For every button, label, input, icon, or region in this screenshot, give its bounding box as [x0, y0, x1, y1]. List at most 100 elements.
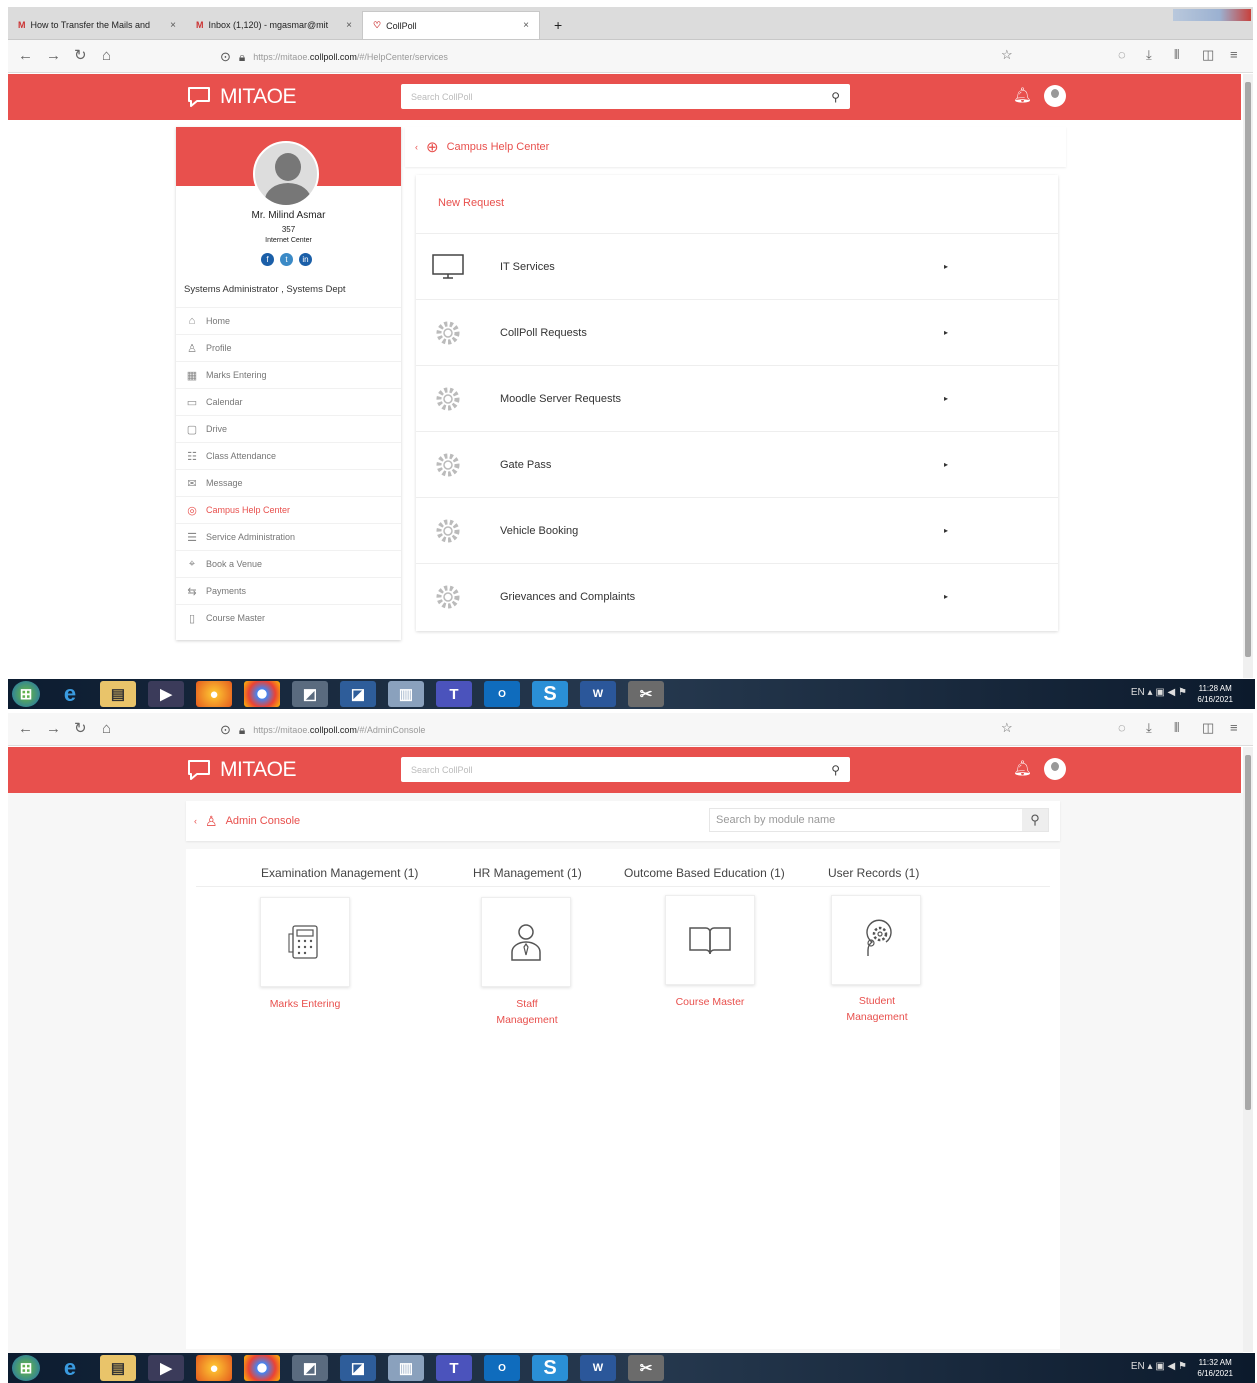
module-course-master[interactable]: [665, 895, 755, 985]
profile-avatar[interactable]: [253, 141, 319, 207]
sidebar-item-marks-entering[interactable]: ▦ Marks Entering: [176, 361, 401, 388]
app-logo[interactable]: MITAOE: [186, 85, 296, 109]
service-row-vehicle-booking[interactable]: Vehicle Booking ▸: [416, 497, 1058, 563]
snipping-tool-icon[interactable]: ✂: [628, 1355, 664, 1381]
app-logo[interactable]: MITAOE: [186, 758, 296, 782]
browser-tab-active[interactable]: ♡ CollPoll ×: [362, 11, 540, 39]
chrome-icon[interactable]: [244, 1355, 280, 1381]
bell-icon[interactable]: 🔔︎: [1013, 86, 1032, 104]
back-icon[interactable]: ←: [18, 720, 33, 738]
global-search-input[interactable]: Search CollPoll ⚲: [401, 757, 850, 782]
service-row-it-services[interactable]: IT Services ▸: [416, 233, 1058, 299]
system-clock[interactable]: 11:32 AM 6/16/2021: [1197, 1357, 1233, 1379]
pocket-icon[interactable]: ◌: [1118, 47, 1126, 62]
page-scrollbar[interactable]: [1243, 74, 1253, 678]
sidebar-item-book-a-venue[interactable]: ⌖ Book a Venue: [176, 550, 401, 577]
sidebar-item-drive[interactable]: ▢ Drive: [176, 415, 401, 442]
search-icon[interactable]: ⚲: [1022, 809, 1048, 831]
sidebar-item-service-administration[interactable]: ☰ Service Administration: [176, 523, 401, 550]
word-icon[interactable]: W: [580, 681, 616, 707]
module-label[interactable]: Course Master: [650, 994, 770, 1010]
sidebar-item-calendar[interactable]: ▭ Calendar: [176, 388, 401, 415]
linkedin-icon[interactable]: in: [299, 253, 312, 266]
close-icon[interactable]: ×: [170, 20, 176, 31]
close-icon[interactable]: ×: [523, 20, 529, 31]
download-icon[interactable]: ⤓: [1146, 720, 1152, 736]
ie-icon[interactable]: e: [52, 1355, 88, 1381]
bookmark-star-icon[interactable]: ☆: [1001, 47, 1013, 63]
sidebar-item-home[interactable]: ⌂ Home: [176, 307, 401, 334]
teams-icon[interactable]: T: [436, 681, 472, 707]
bell-icon[interactable]: 🔔︎: [1013, 759, 1032, 777]
start-icon[interactable]: ⊞: [12, 681, 40, 707]
forward-icon[interactable]: →: [46, 720, 61, 738]
media-player-icon[interactable]: ▶: [148, 681, 184, 707]
bookmark-star-icon[interactable]: ☆: [1001, 720, 1013, 736]
browser-tab[interactable]: M How to Transfer the Mails and ×: [8, 11, 186, 39]
system-clock[interactable]: 11:28 AM 6/16/2021: [1197, 683, 1233, 705]
module-label[interactable]: Marks Entering: [245, 996, 365, 1012]
network-icon[interactable]: ◩: [292, 1355, 328, 1381]
skype-icon[interactable]: S: [532, 681, 568, 707]
search-icon[interactable]: ⚲: [831, 763, 840, 777]
library-icon[interactable]: ⫴: [1174, 720, 1179, 736]
notepad-icon[interactable]: ▥: [388, 681, 424, 707]
page-scrollbar[interactable]: [1243, 747, 1253, 1352]
pocket-icon[interactable]: ◌: [1118, 720, 1126, 735]
facebook-icon[interactable]: f: [261, 253, 274, 266]
new-tab-button[interactable]: +: [544, 11, 568, 39]
service-row-moodle-server-requests[interactable]: Moodle Server Requests ▸: [416, 365, 1058, 431]
reload-icon[interactable]: ↻: [74, 47, 87, 65]
avatar[interactable]: [1044, 85, 1066, 107]
library-icon[interactable]: ⫴: [1174, 47, 1179, 63]
explorer-icon[interactable]: ▤: [100, 681, 136, 707]
sidebar-item-message[interactable]: ✉ Message: [176, 469, 401, 496]
reload-icon[interactable]: ↻: [74, 720, 87, 738]
close-icon[interactable]: ×: [346, 20, 352, 31]
sidebar-item-course-master[interactable]: ▯ Course Master: [176, 604, 401, 631]
module-label[interactable]: Staff Management: [467, 996, 587, 1028]
ie-icon[interactable]: e: [52, 681, 88, 707]
explorer-icon[interactable]: ▤: [100, 1355, 136, 1381]
module-label[interactable]: Student Management: [817, 993, 937, 1025]
menu-icon[interactable]: ≡: [1230, 720, 1238, 735]
address-bar[interactable]: ⊙ 🔒︎ https://mitaoe.collpoll.com/#/HelpC…: [220, 47, 1000, 67]
download-icon[interactable]: ⤓: [1146, 47, 1152, 63]
service-row-gate-pass[interactable]: Gate Pass ▸: [416, 431, 1058, 497]
system-tray[interactable]: EN ▴ ▣ ◀ ⚑: [1131, 1361, 1187, 1372]
avatar[interactable]: [1044, 758, 1066, 780]
home-icon[interactable]: ⌂: [102, 720, 111, 738]
skype-icon[interactable]: S: [532, 1355, 568, 1381]
chevron-left-icon[interactable]: ‹: [415, 142, 418, 152]
system-tray[interactable]: EN ▴ ▣ ◀ ⚑: [1131, 687, 1187, 698]
notepad-icon[interactable]: ▥: [388, 1355, 424, 1381]
module-marks-entering[interactable]: [260, 897, 350, 987]
search-icon[interactable]: ⚲: [831, 90, 840, 104]
category-user-records[interactable]: User Records (1): [828, 866, 919, 880]
remote-desktop-icon[interactable]: ◪: [340, 1355, 376, 1381]
word-icon[interactable]: W: [580, 1355, 616, 1381]
category-outcome-based-education[interactable]: Outcome Based Education (1): [624, 866, 785, 880]
media-player-icon[interactable]: ▶: [148, 1355, 184, 1381]
forward-icon[interactable]: →: [46, 47, 61, 65]
category-examination-management[interactable]: Examination Management (1): [261, 866, 418, 880]
window-controls[interactable]: [1173, 9, 1251, 21]
module-staff-management[interactable]: [481, 897, 571, 987]
sidebar-item-profile[interactable]: ♙ Profile: [176, 334, 401, 361]
browser-tab[interactable]: M Inbox (1,120) - mgasmar@mit ×: [186, 11, 362, 39]
chevron-left-icon[interactable]: ‹: [194, 816, 197, 826]
remote-desktop-icon[interactable]: ◪: [340, 681, 376, 707]
home-icon[interactable]: ⌂: [102, 47, 111, 65]
back-icon[interactable]: ←: [18, 47, 33, 65]
chrome-icon[interactable]: [244, 681, 280, 707]
address-bar[interactable]: ⊙ 🔒︎ https://mitaoe.collpoll.com/#/Admin…: [220, 720, 1000, 740]
start-icon[interactable]: ⊞: [12, 1355, 40, 1381]
network-icon[interactable]: ◩: [292, 681, 328, 707]
teams-icon[interactable]: T: [436, 1355, 472, 1381]
sidebar-item-class-attendance[interactable]: ☷ Class Attendance: [176, 442, 401, 469]
outlook-icon[interactable]: O: [484, 681, 520, 707]
module-student-management[interactable]: [831, 895, 921, 985]
outlook-icon[interactable]: O: [484, 1355, 520, 1381]
service-row-collpoll-requests[interactable]: CollPoll Requests ▸: [416, 299, 1058, 365]
global-search-input[interactable]: Search CollPoll ⚲: [401, 84, 850, 109]
